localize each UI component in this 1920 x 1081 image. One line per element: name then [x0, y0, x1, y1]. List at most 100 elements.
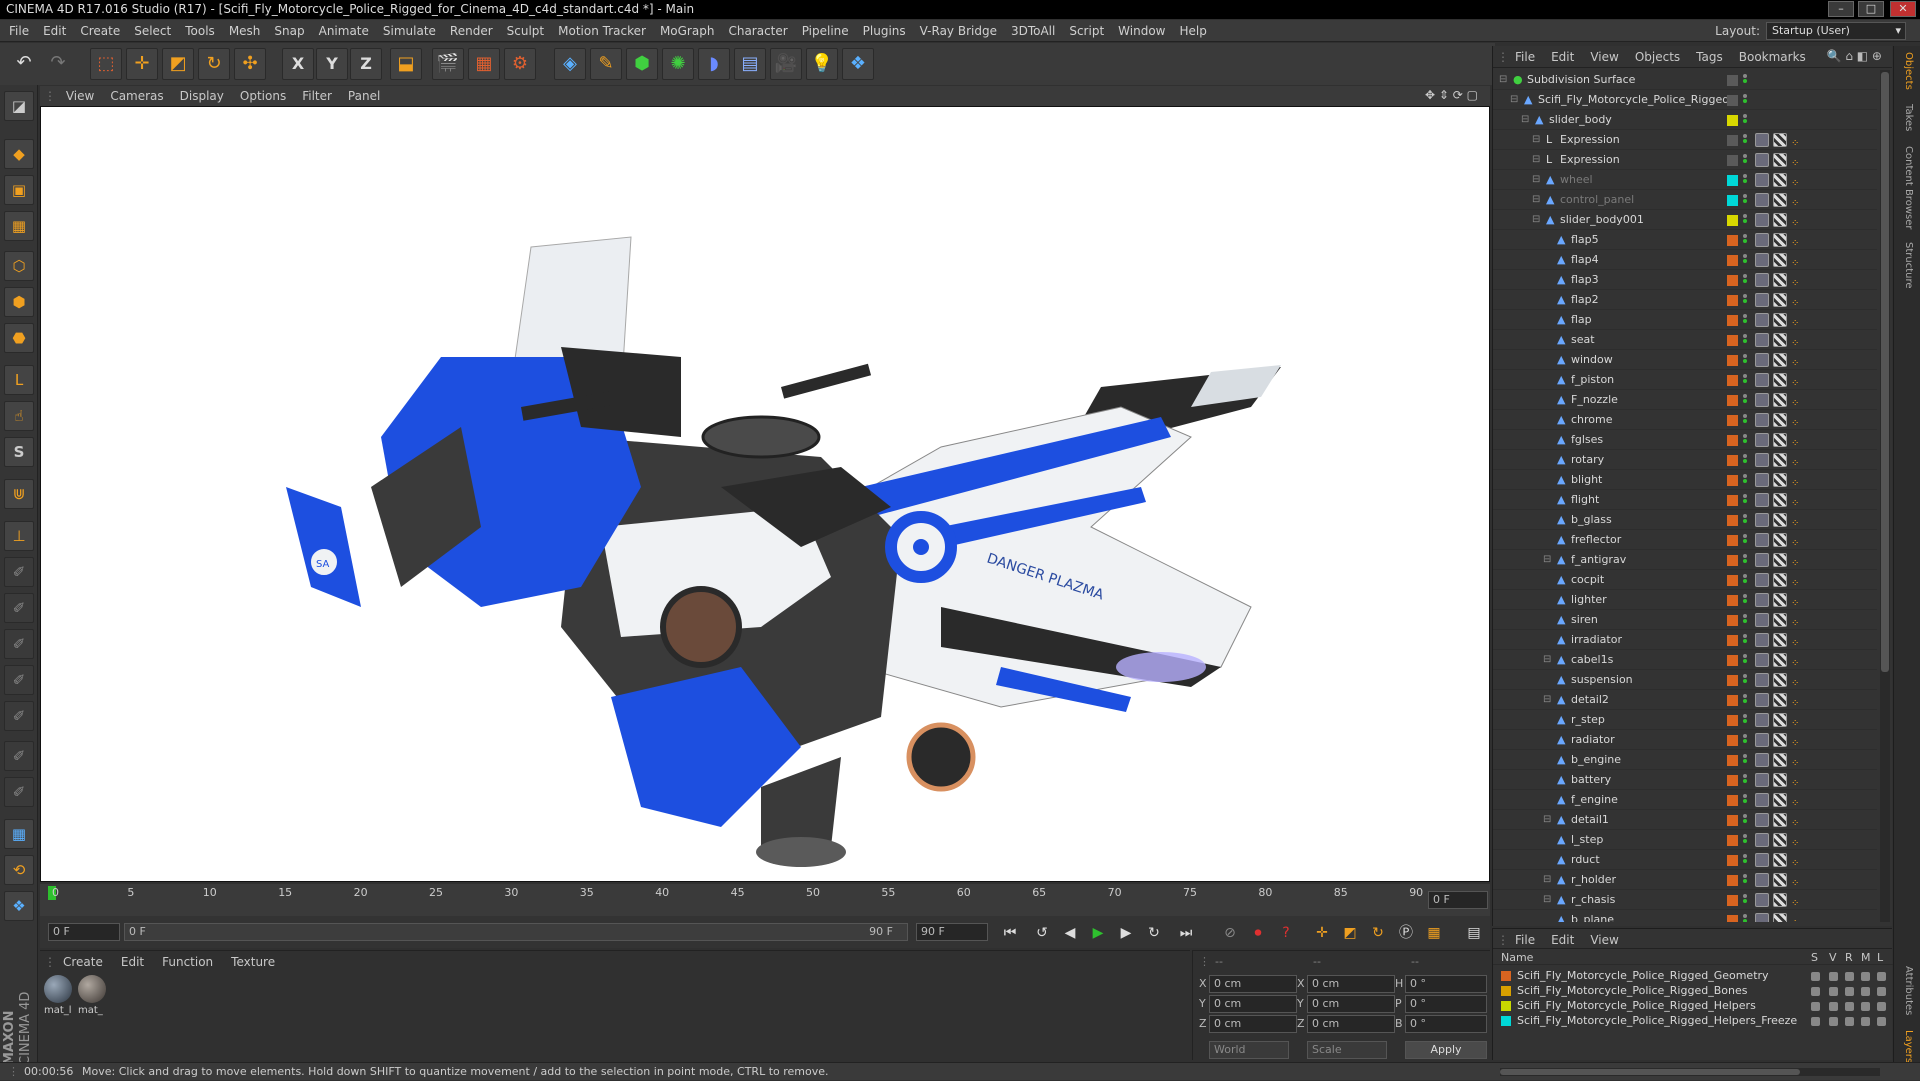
menu-animate[interactable]: Animate — [312, 20, 376, 42]
z-axis-lock-button[interactable]: Z — [350, 48, 382, 80]
layer-row[interactable]: Scifi_Fly_Motorcycle_Police_Rigged_Bones — [1501, 984, 1886, 998]
menu-mesh[interactable]: Mesh — [222, 20, 268, 42]
magnet-icon[interactable]: ⋓ — [4, 479, 34, 509]
material-tag-icon[interactable] — [1755, 313, 1769, 327]
visibility-dots[interactable] — [1743, 793, 1749, 807]
layer-color-swatch[interactable] — [1727, 195, 1738, 206]
viewport-menu-options[interactable]: Options — [232, 86, 294, 106]
material-menu-create[interactable]: Create — [54, 952, 112, 972]
visibility-dots[interactable] — [1743, 633, 1749, 647]
layer-color-swatch[interactable] — [1727, 335, 1738, 346]
visibility-dots[interactable] — [1743, 853, 1749, 867]
minimize-button[interactable]: – — [1828, 1, 1854, 17]
visibility-dots[interactable] — [1743, 213, 1749, 227]
expand-icon[interactable]: ⊟ — [1543, 690, 1551, 710]
layer-color-swatch[interactable] — [1727, 155, 1738, 166]
object-row[interactable]: ⊟ ▲ slider_body001 ⁘ — [1493, 210, 1877, 230]
layer-color-swatch[interactable] — [1727, 915, 1738, 922]
object-row[interactable]: ▲ suspension ⁘ — [1493, 670, 1877, 690]
objects-menu-view[interactable]: View — [1582, 46, 1626, 68]
texture-tag-icon[interactable] — [1773, 733, 1787, 747]
layer-color-swatch[interactable] — [1727, 235, 1738, 246]
object-row[interactable]: ▲ F_nozzle ⁘ — [1493, 390, 1877, 410]
layer-toggle-icon[interactable] — [1877, 1002, 1886, 1011]
subdivision-icon[interactable]: ⬢ — [626, 48, 658, 80]
layer-row[interactable]: Scifi_Fly_Motorcycle_Police_Rigged_Geome… — [1501, 969, 1886, 983]
visibility-dots[interactable] — [1743, 813, 1749, 827]
layer-color-swatch[interactable] — [1727, 655, 1738, 666]
material-tag-icon[interactable] — [1755, 753, 1769, 767]
menu-simulate[interactable]: Simulate — [376, 20, 443, 42]
menu-tools[interactable]: Tools — [178, 20, 222, 42]
material-tag-icon[interactable] — [1755, 793, 1769, 807]
layer-color-swatch[interactable] — [1727, 75, 1738, 86]
layer-color-swatch[interactable] — [1727, 875, 1738, 886]
layer-color-swatch[interactable] — [1501, 1016, 1511, 1026]
end-frame-field[interactable]: 90 F — [916, 923, 988, 941]
material-tag-icon[interactable] — [1755, 893, 1769, 907]
material-tag-icon[interactable] — [1755, 833, 1769, 847]
object-row[interactable]: ▲ flap2 ⁘ — [1493, 290, 1877, 310]
visibility-dots[interactable] — [1743, 593, 1749, 607]
material-tag-icon[interactable] — [1755, 633, 1769, 647]
objects-menu-edit[interactable]: Edit — [1543, 46, 1582, 68]
layer-color-swatch[interactable] — [1727, 135, 1738, 146]
layer-row[interactable]: Scifi_Fly_Motorcycle_Police_Rigged_Helpe… — [1501, 999, 1886, 1013]
expand-icon[interactable]: ⊟ — [1543, 650, 1551, 670]
objects-menu-file[interactable]: File — [1507, 46, 1543, 68]
flatten-brush-icon[interactable]: ✐ — [4, 741, 34, 771]
object-row[interactable]: ▲ freflector ⁘ — [1493, 530, 1877, 550]
object-search-icons[interactable]: 🔍 ⌂ ◧ ⊕ — [1827, 49, 1882, 63]
layer-color-swatch[interactable] — [1727, 315, 1738, 326]
bank-field[interactable]: 0 ° — [1405, 1015, 1487, 1033]
size-mode-dropdown[interactable]: Scale — [1307, 1041, 1387, 1059]
object-row[interactable]: ▲ lighter ⁘ — [1493, 590, 1877, 610]
texture-tag-icon[interactable] — [1773, 793, 1787, 807]
texture-tag-icon[interactable] — [1773, 593, 1787, 607]
visibility-dots[interactable] — [1743, 273, 1749, 287]
timeline-end-field[interactable]: 0 F — [1428, 891, 1488, 909]
layer-color-swatch[interactable] — [1727, 855, 1738, 866]
scale-tool-icon[interactable]: ◩ — [162, 48, 194, 80]
texture-tag-icon[interactable] — [1773, 153, 1787, 167]
layer-color-swatch[interactable] — [1501, 971, 1511, 981]
material-tag-icon[interactable] — [1755, 153, 1769, 167]
texture-tag-icon[interactable] — [1773, 393, 1787, 407]
key-pla-icon[interactable]: ▦ — [1422, 922, 1446, 944]
undo-icon[interactable]: ↶ — [8, 48, 40, 80]
texture-tag-icon[interactable] — [1773, 713, 1787, 727]
visibility-dots[interactable] — [1743, 613, 1749, 627]
objects-menu-bookmarks[interactable]: Bookmarks — [1731, 46, 1814, 68]
object-row[interactable]: ▲ flight ⁘ — [1493, 490, 1877, 510]
object-row[interactable]: ▲ siren ⁘ — [1493, 610, 1877, 630]
menu-edit[interactable]: Edit — [36, 20, 73, 42]
previous-key-icon[interactable]: ↺ — [1030, 922, 1054, 944]
texture-tag-icon[interactable] — [1773, 813, 1787, 827]
material-tag-icon[interactable] — [1755, 253, 1769, 267]
object-row[interactable]: ⊟ ▲ control_panel ⁘ — [1493, 190, 1877, 210]
record-keys-icon[interactable]: ⊘ — [1218, 922, 1242, 944]
viewport-menu-display[interactable]: Display — [172, 86, 232, 106]
key-scale-icon[interactable]: ◩ — [1338, 922, 1362, 944]
next-key-icon[interactable]: ↻ — [1142, 922, 1166, 944]
object-row[interactable]: ▲ b_engine ⁘ — [1493, 750, 1877, 770]
object-row[interactable]: ▲ f_piston ⁘ — [1493, 370, 1877, 390]
viewport-menu-cameras[interactable]: Cameras — [102, 86, 171, 106]
texture-tag-icon[interactable] — [1773, 453, 1787, 467]
object-row[interactable]: ▲ window ⁘ — [1493, 350, 1877, 370]
texture-tag-icon[interactable] — [1773, 773, 1787, 787]
layer-toggle-icon[interactable] — [1877, 1017, 1886, 1026]
close-button[interactable]: ✕ — [1890, 1, 1916, 17]
make-editable-icon[interactable]: ◪ — [4, 91, 34, 121]
layers-menu-view[interactable]: View — [1582, 929, 1626, 951]
object-row[interactable]: ▲ r_step ⁘ — [1493, 710, 1877, 730]
object-row[interactable]: ⊟ ● Subdivision Surface — [1493, 70, 1877, 90]
menu-snap[interactable]: Snap — [267, 20, 311, 42]
texture-tag-icon[interactable] — [1773, 293, 1787, 307]
object-row[interactable]: ⊟ ▲ r_holder ⁘ — [1493, 870, 1877, 890]
texture-tag-icon[interactable] — [1773, 853, 1787, 867]
texture-tag-icon[interactable] — [1773, 413, 1787, 427]
visibility-dots[interactable] — [1743, 433, 1749, 447]
visibility-dots[interactable] — [1743, 833, 1749, 847]
texture-tag-icon[interactable] — [1773, 513, 1787, 527]
